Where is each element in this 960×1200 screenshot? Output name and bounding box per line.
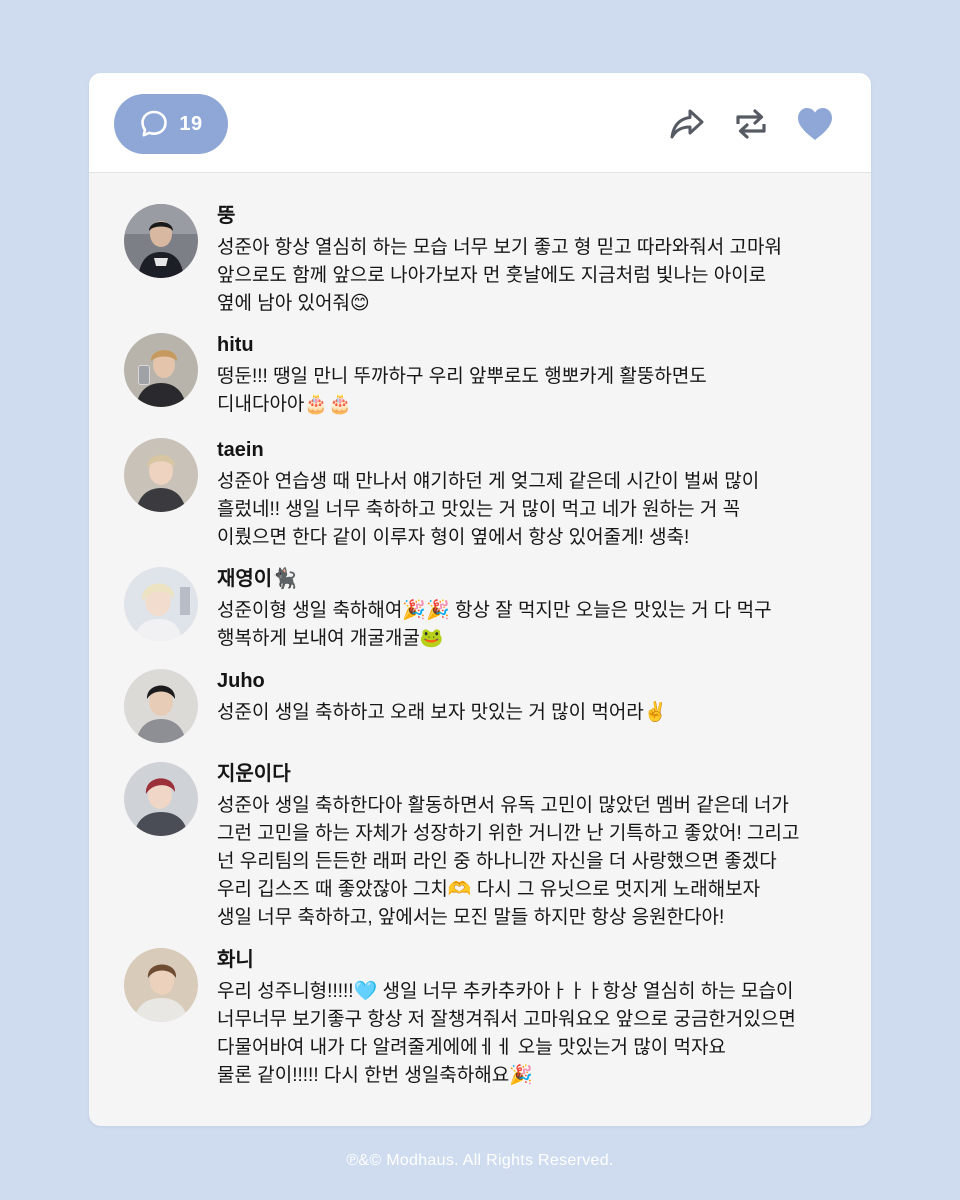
avatar[interactable] bbox=[124, 438, 198, 512]
avatar[interactable] bbox=[124, 762, 198, 836]
speech-bubble-icon bbox=[139, 109, 169, 139]
share-arrow-icon bbox=[668, 106, 706, 142]
avatar[interactable] bbox=[124, 567, 198, 641]
comment-username: Juho bbox=[217, 670, 265, 692]
comment-username: 지운이다 bbox=[217, 763, 291, 785]
comment-body: hitu 떵둔!!! 땡일 만니 뚜까하구 우리 앞뿌로도 행뽀카게 활뚱하면도… bbox=[217, 333, 857, 419]
comment-username: 재영이🐈‍⬛ bbox=[217, 568, 298, 590]
comment-body: 지운이다 성준아 생일 축하한다아 활동하면서 유독 고민이 많았던 멤버 같은… bbox=[217, 762, 857, 932]
repost-button[interactable] bbox=[731, 104, 771, 144]
avatar[interactable] bbox=[124, 204, 198, 278]
avatar[interactable] bbox=[124, 948, 198, 1022]
comment-text: 우리 성주니형!!!!!🩵 생일 너무 추카추카아ㅏㅏㅏ항상 열심히 하는 모습… bbox=[217, 981, 796, 1086]
share-button[interactable] bbox=[667, 104, 707, 144]
comments-button[interactable]: 19 bbox=[114, 94, 228, 154]
like-button[interactable] bbox=[795, 104, 835, 144]
avatar[interactable] bbox=[124, 669, 198, 743]
comment-body: 화니 우리 성주니형!!!!!🩵 생일 너무 추카추카아ㅏㅏㅏ항상 열심히 하는… bbox=[217, 948, 857, 1090]
comment-card: 19 뚱 성준아 항상 열심히 하는 모습 너무 보기 좋고 형 믿고 따라와줘… bbox=[89, 73, 871, 1126]
comment-count: 19 bbox=[179, 112, 203, 135]
card-header: 19 bbox=[89, 73, 871, 173]
copyright-footer: ℗&© Modhaus. All Rights Reserved. bbox=[346, 1152, 614, 1169]
comment-username: 화니 bbox=[217, 949, 254, 971]
comment-text: 성준이 생일 축하하고 오래 보자 맛있는 거 많이 먹어라✌️ bbox=[217, 702, 668, 723]
comment-text: 성준이형 생일 축하해여🎉🎉 항상 잘 먹지만 오늘은 맛있는 거 다 먹구 행… bbox=[217, 600, 772, 649]
comment-body: taein 성준아 연습생 때 만나서 얘기하던 게 엊그제 같은데 시간이 벌… bbox=[217, 438, 857, 552]
comment-text: 떵둔!!! 땡일 만니 뚜까하구 우리 앞뿌로도 행뽀카게 활뚱하면도 디내다아… bbox=[217, 366, 707, 415]
comment-username: taein bbox=[217, 439, 264, 461]
comment-body: 재영이🐈‍⬛ 성준이형 생일 축하해여🎉🎉 항상 잘 먹지만 오늘은 맛있는 거… bbox=[217, 567, 857, 653]
heart-icon bbox=[796, 106, 834, 142]
avatar[interactable] bbox=[124, 333, 198, 407]
comment-text: 성준아 생일 축하한다아 활동하면서 유독 고민이 많았던 멤버 같은데 너가 … bbox=[217, 795, 800, 928]
repost-icon bbox=[733, 107, 769, 141]
comment-username: 뚱 bbox=[217, 205, 236, 227]
comment-body: 뚱 성준아 항상 열심히 하는 모습 너무 보기 좋고 형 믿고 따라와줘서 고… bbox=[217, 204, 857, 318]
comment-body: Juho 성준이 생일 축하하고 오래 보자 맛있는 거 많이 먹어라✌️ bbox=[217, 669, 857, 727]
comment-text: 성준아 연습생 때 만나서 얘기하던 게 엊그제 같은데 시간이 벌써 많이 흘… bbox=[217, 471, 760, 548]
comment-username: hitu bbox=[217, 334, 254, 356]
comment-text: 성준아 항상 열심히 하는 모습 너무 보기 좋고 형 믿고 따라와줘서 고마워… bbox=[217, 237, 782, 314]
